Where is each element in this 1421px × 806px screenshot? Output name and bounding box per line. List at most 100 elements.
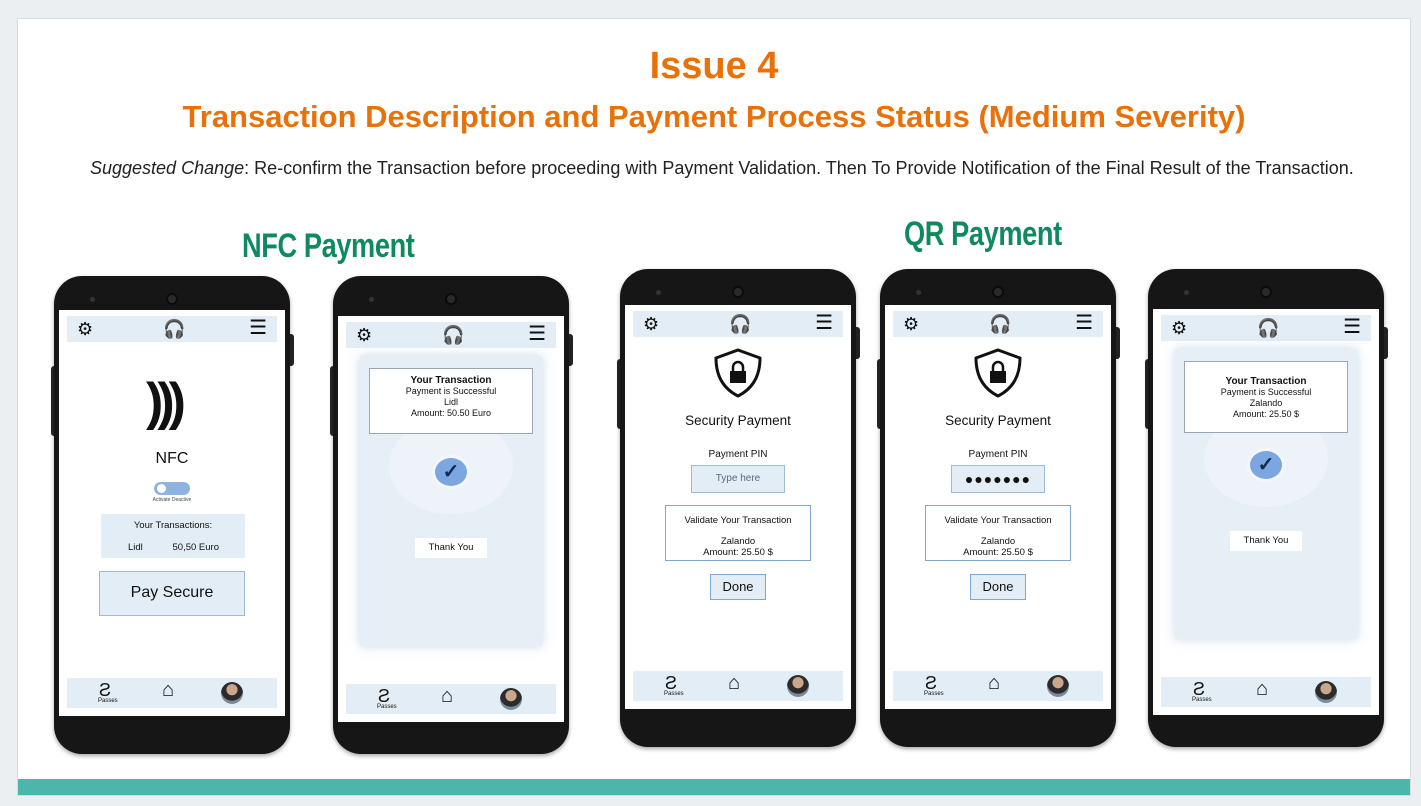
transaction-merchant: Lidl [128, 542, 143, 553]
camera [1260, 286, 1272, 298]
transaction-status: Payment is Successful [405, 386, 497, 396]
nav-passes-label: Passes [924, 691, 944, 697]
headset-icon[interactable]: 🎧 [163, 320, 185, 338]
menu-icon[interactable]: ☰ [249, 318, 267, 338]
validate-transaction-box: Validate Your Transaction Zalando Amount… [925, 505, 1071, 561]
headset-icon[interactable]: 🎧 [989, 315, 1011, 333]
top-bar: ⚙ 🎧 ☰ [633, 311, 843, 337]
top-bar: ⚙ 🎧 ☰ [893, 311, 1103, 337]
phone-screen: ⚙ 🎧 ☰ Security Payment Payment PIN Type … [625, 305, 851, 709]
phone-qr-success: ⚙ 🎧 ☰ Your Transaction Payment is Succes… [1145, 269, 1388, 747]
slide-title: Issue 4 [649, 45, 779, 87]
result-card: Your Transaction Payment is Successful L… [360, 356, 542, 646]
ticket-icon[interactable]: Ƨ [1193, 680, 1205, 698]
bottom-nav: Ƨ Passes ⌂ [346, 684, 556, 714]
shield-lock-icon [714, 348, 762, 398]
nfc-label: NFC [155, 450, 189, 467]
gear-icon[interactable]: ⚙ [77, 320, 93, 338]
validate-title: Validate Your Transaction [944, 515, 1052, 526]
validate-amount: Amount: 25.50 $ [703, 547, 773, 558]
phone-screen: ⚙ 🎧 ☰ ))) NFC Activate Deactive Your Tra… [59, 310, 285, 716]
headset-icon[interactable]: 🎧 [729, 315, 751, 333]
avatar[interactable] [1315, 681, 1337, 703]
validate-amount: Amount: 25.50 $ [963, 547, 1033, 558]
avatar[interactable] [221, 682, 243, 704]
bottom-nav: Ƨ Passes ⌂ [1161, 677, 1371, 707]
validate-merchant: Zalando [720, 536, 756, 547]
security-payment-title: Security Payment [945, 413, 1051, 428]
pin-input[interactable]: ●●●●●●● [951, 465, 1045, 493]
done-button[interactable]: Done [970, 574, 1026, 600]
description-emphasis: Suggested Change [90, 158, 245, 178]
nav-passes-label: Passes [1192, 697, 1212, 703]
bottom-nav: Ƨ Passes ⌂ [893, 671, 1103, 701]
transactions-header: Your Transactions: [133, 520, 213, 531]
checkmark-icon: ✓ [432, 455, 470, 489]
pin-label: Payment PIN [708, 449, 768, 460]
ticket-icon[interactable]: Ƨ [378, 687, 390, 705]
menu-icon[interactable]: ☰ [815, 313, 833, 333]
nav-passes-label: Passes [664, 691, 684, 697]
menu-icon[interactable]: ☰ [528, 324, 546, 344]
home-icon[interactable]: ⌂ [1256, 679, 1268, 699]
top-bar: ⚙ 🎧 ☰ [1161, 315, 1371, 341]
gear-icon[interactable]: ⚙ [1171, 319, 1187, 337]
ticket-icon[interactable]: Ƨ [665, 674, 677, 692]
home-icon[interactable]: ⌂ [162, 680, 174, 700]
checkmark-icon: ✓ [1247, 448, 1285, 482]
headset-icon[interactable]: 🎧 [442, 326, 464, 344]
phone-qr-pin-empty: ⚙ 🎧 ☰ Security Payment Payment PIN Type … [617, 269, 860, 747]
transaction-merchant: Lidl [443, 397, 458, 407]
phone-nfc-success: ⚙ 🎧 ☰ Your Transaction Payment is Succes… [330, 276, 573, 754]
bottom-nav: Ƨ Passes ⌂ [633, 671, 843, 701]
pin-input[interactable]: Type here [691, 465, 785, 493]
done-button[interactable]: Done [710, 574, 766, 600]
phone-qr-pin-filled: ⚙ 🎧 ☰ Security Payment Payment PIN ●●●●●… [877, 269, 1120, 747]
validate-title: Validate Your Transaction [684, 515, 792, 526]
phone-screen: ⚙ 🎧 ☰ Your Transaction Payment is Succes… [338, 316, 564, 722]
validate-transaction-box: Validate Your Transaction Zalando Amount… [665, 505, 811, 561]
transaction-merchant: Zalando [1249, 398, 1283, 408]
nfc-toggle[interactable] [154, 482, 190, 495]
gear-icon[interactable]: ⚙ [356, 326, 372, 344]
home-icon[interactable]: ⌂ [441, 686, 453, 706]
transaction-status: Payment is Successful [1220, 387, 1312, 397]
camera [992, 286, 1004, 298]
pay-secure-button[interactable]: Pay Secure [99, 571, 245, 616]
avatar[interactable] [787, 675, 809, 697]
transaction-amount: Amount: 25.50 $ [1232, 409, 1300, 419]
home-icon[interactable]: ⌂ [988, 673, 1000, 693]
slide: Issue 4 Transaction Description and Paym… [17, 18, 1411, 796]
nav-passes-label: Passes [98, 698, 118, 704]
footer-accent-bar [18, 779, 1410, 795]
qr-payment-heading: QR Payment [904, 215, 1062, 253]
camera [166, 293, 178, 305]
menu-icon[interactable]: ☰ [1343, 317, 1361, 337]
transaction-title: Your Transaction [1225, 376, 1307, 387]
headset-icon[interactable]: 🎧 [1257, 319, 1279, 337]
nfc-icon: ))) [146, 373, 186, 431]
phone-nfc-start: ⚙ 🎧 ☰ ))) NFC Activate Deactive Your Tra… [51, 276, 294, 754]
home-icon[interactable]: ⌂ [728, 673, 740, 693]
thank-you-label: Thank You [1230, 531, 1302, 551]
transaction-amount: Amount: 50.50 Euro [410, 408, 492, 418]
ticket-icon[interactable]: Ƨ [99, 681, 111, 699]
ticket-icon[interactable]: Ƨ [925, 674, 937, 692]
description-text: : Re-confirm the Transaction before proc… [244, 158, 1354, 178]
camera [445, 293, 457, 305]
menu-icon[interactable]: ☰ [1075, 313, 1093, 333]
camera [732, 286, 744, 298]
avatar[interactable] [500, 688, 522, 710]
security-payment-title: Security Payment [685, 413, 791, 428]
gear-icon[interactable]: ⚙ [643, 315, 659, 333]
toggle-caption: Activate Deactive [152, 497, 192, 503]
phone-screen: ⚙ 🎧 ☰ Your Transaction Payment is Succes… [1153, 309, 1379, 715]
transaction-title: Your Transaction [410, 375, 492, 386]
top-bar: ⚙ 🎧 ☰ [67, 316, 277, 342]
validate-merchant: Zalando [980, 536, 1016, 547]
gear-icon[interactable]: ⚙ [903, 315, 919, 333]
phone-screen: ⚙ 🎧 ☰ Security Payment Payment PIN ●●●●●… [885, 305, 1111, 709]
avatar[interactable] [1047, 675, 1069, 697]
slide-description: Suggested Change: Re-confirm the Transac… [90, 157, 1380, 180]
thank-you-label: Thank You [415, 538, 487, 558]
